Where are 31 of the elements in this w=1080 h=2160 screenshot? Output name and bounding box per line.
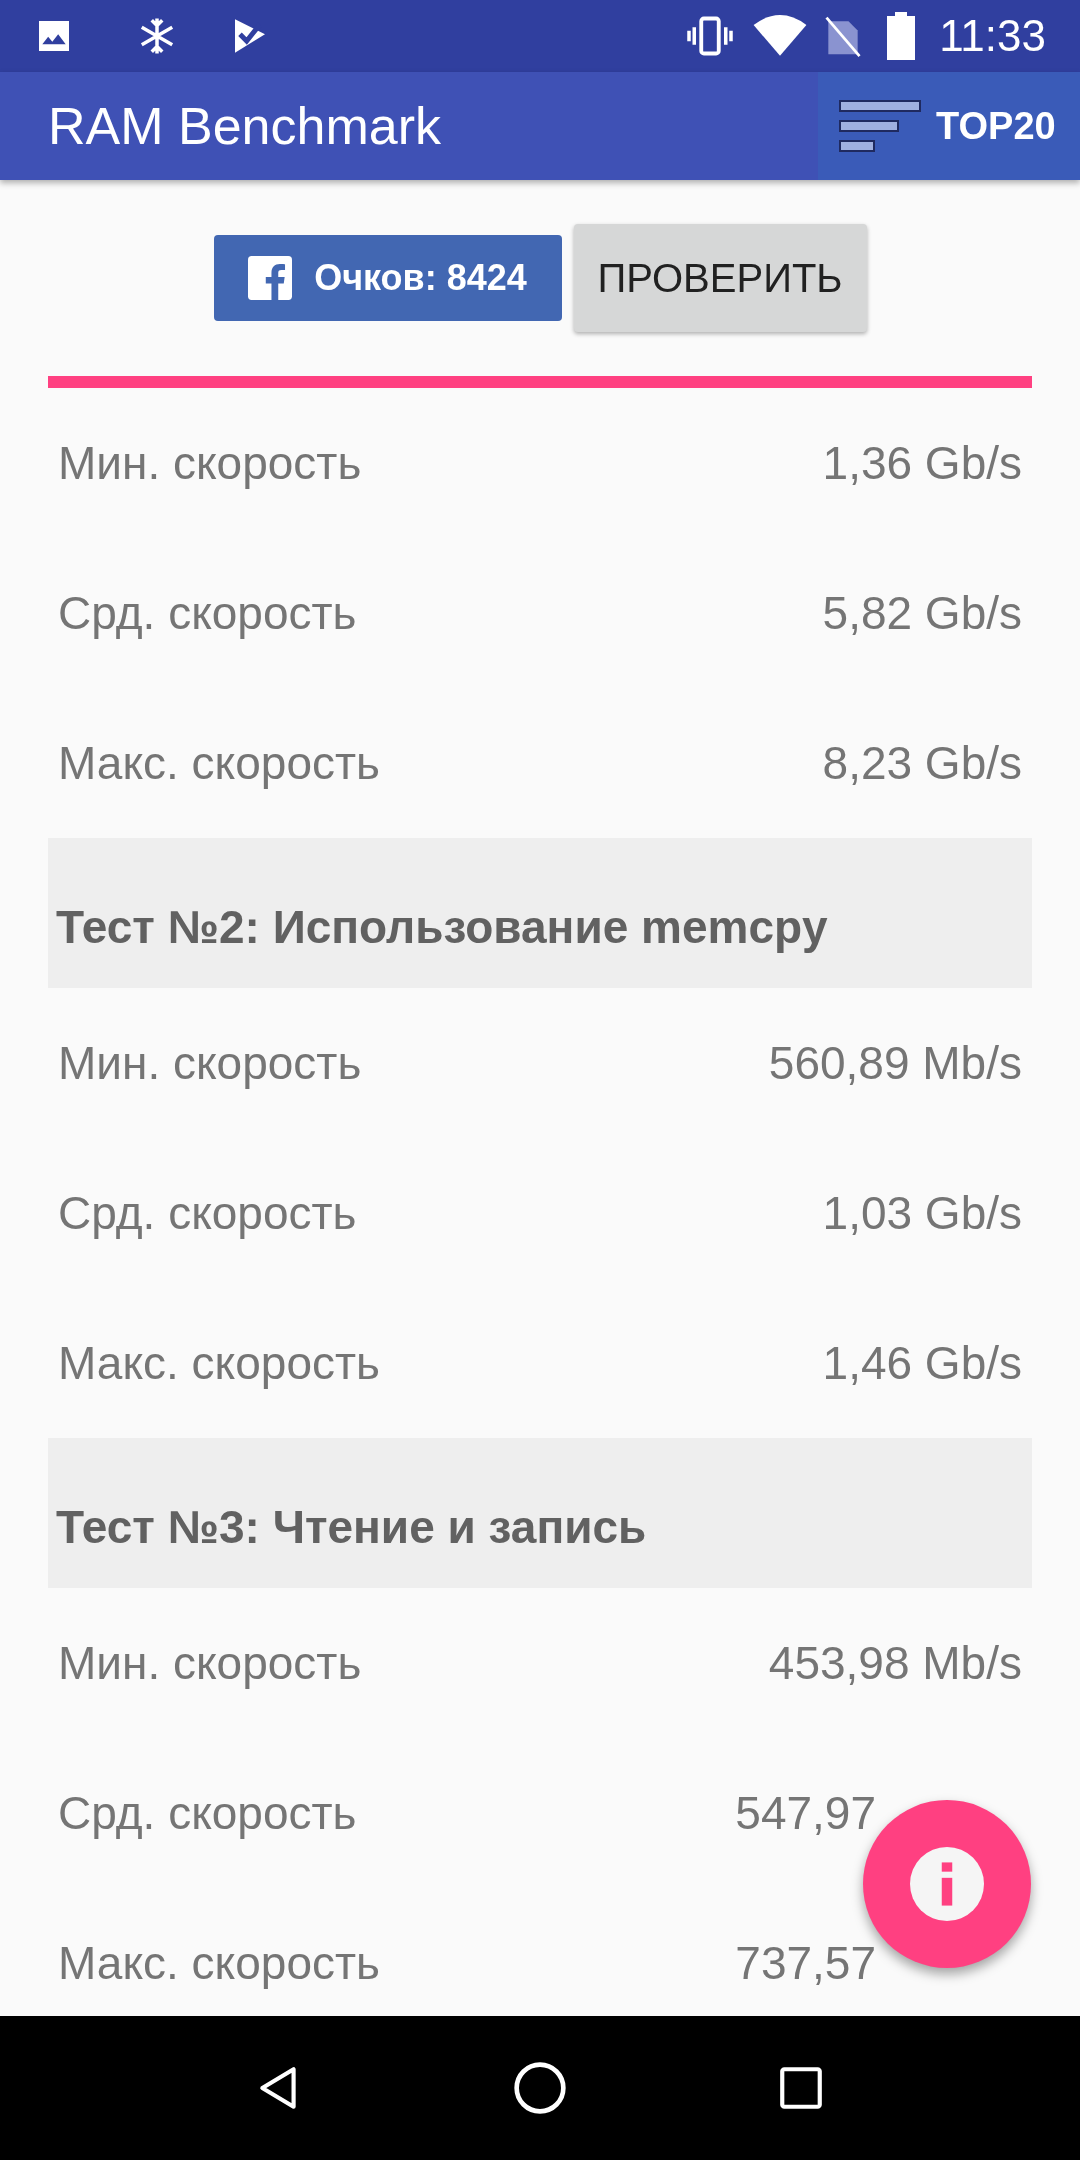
metric-value: 1,36 Gb/s <box>822 435 1022 491</box>
metric-value: 8,23 Gb/s <box>822 735 1022 791</box>
bar-chart-icon <box>838 99 922 153</box>
section-header: Тест №2: Использование memcpy <box>48 838 1032 988</box>
metric-label: Срд. скорость <box>58 1785 357 1841</box>
metric-value: 547,97 <box>735 1785 876 1841</box>
metric-label: Макс. скорость <box>58 1935 381 1991</box>
metric-value: 1,03 Gb/s <box>822 1185 1022 1241</box>
home-icon[interactable] <box>512 2060 568 2116</box>
metric-label: Макс. скорость <box>58 735 381 791</box>
top20-button[interactable]: TOP20 <box>818 72 1080 180</box>
metric-value: 1,46 Gb/s <box>822 1335 1022 1391</box>
metric-label: Мин. скорость <box>58 1035 362 1091</box>
metric-value: 5,82 Gb/s <box>822 585 1022 641</box>
info-icon <box>910 1847 984 1921</box>
metric-label: Мин. скорость <box>58 435 362 491</box>
section-header: Тест №3: Чтение и запись <box>48 1438 1032 1588</box>
metric-value: 737,57 <box>735 1935 876 1991</box>
status-time: 11:33 <box>939 10 1046 62</box>
metric-label: Срд. скорость <box>58 1185 357 1241</box>
wifi-icon <box>753 14 808 58</box>
metric-label: Макс. скорость <box>58 1335 381 1391</box>
metric-value: 560,89 Mb/s <box>768 1035 1022 1091</box>
score-button[interactable]: Очков: 8424 <box>213 235 562 321</box>
battery-icon <box>887 12 916 60</box>
metric-value: 453,98 Mb/s <box>768 1635 1022 1691</box>
metric-label: Срд. скорость <box>58 585 357 641</box>
check-button[interactable]: ПРОВЕРИТЬ <box>573 224 867 332</box>
facebook-icon <box>248 256 293 300</box>
metric-label: Мин. скорость <box>58 1635 362 1691</box>
app-title: RAM Benchmark <box>47 96 442 157</box>
